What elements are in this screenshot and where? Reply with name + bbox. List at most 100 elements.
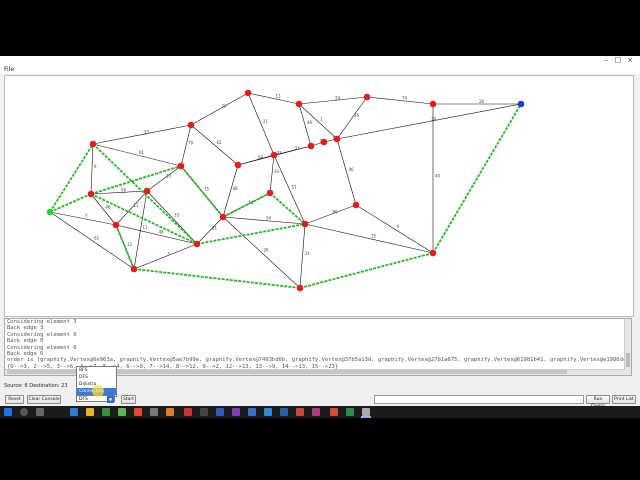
edge-weight-label: 48 xyxy=(233,186,239,191)
graph-edge xyxy=(146,165,182,192)
chevron-down-icon[interactable]: ▼ xyxy=(107,396,114,403)
graph-edge xyxy=(336,138,357,206)
path-edge xyxy=(90,165,182,195)
graph-edge xyxy=(247,92,275,156)
graph-edge xyxy=(298,96,368,105)
store-icon[interactable] xyxy=(102,408,110,416)
graph-vertex xyxy=(193,240,201,248)
graph-vertex xyxy=(244,89,252,97)
graph-vertex xyxy=(363,93,371,101)
graph-edge xyxy=(269,154,275,194)
edge-weight-label: 11 xyxy=(134,203,140,208)
edge-icon[interactable] xyxy=(70,408,78,416)
edge-weight-label: 61 xyxy=(139,150,145,155)
terminal-icon[interactable] xyxy=(200,408,208,416)
path-edge xyxy=(432,103,522,254)
path-edge xyxy=(133,268,301,289)
clear-console-button[interactable]: Clear Console xyxy=(27,395,61,404)
path-edge xyxy=(299,252,434,289)
query-input[interactable] xyxy=(374,395,584,404)
app-icon[interactable] xyxy=(150,408,158,416)
edge-weight-label: 55 xyxy=(144,130,150,135)
mouse-cursor-highlight xyxy=(92,385,104,397)
edge-weight-label: 46 xyxy=(307,120,313,125)
excel-icon[interactable] xyxy=(346,408,354,416)
app-icon[interactable] xyxy=(166,408,174,416)
graph-edge xyxy=(133,243,198,270)
graph-vertex xyxy=(187,121,195,129)
android-icon[interactable] xyxy=(118,408,126,416)
edge-weight-label: 21 xyxy=(212,226,218,231)
graph-vertex xyxy=(89,140,97,148)
windows-start-icon[interactable] xyxy=(4,408,12,416)
graph-edge xyxy=(298,103,338,140)
graph-vertex xyxy=(296,284,304,292)
edge-weight-label: 9 xyxy=(94,164,97,169)
run-query-button[interactable]: Run Query xyxy=(586,395,610,409)
java-app-icon[interactable] xyxy=(362,408,370,416)
print-list-button[interactable]: Print List xyxy=(612,395,636,404)
destination-vertex xyxy=(517,100,525,108)
graph-edge xyxy=(190,92,249,126)
console-vertical-scrollbar[interactable] xyxy=(624,319,631,375)
graph-edge xyxy=(355,204,434,254)
visual-studio-icon[interactable] xyxy=(232,408,240,416)
graph-edge xyxy=(298,103,312,147)
app-icon[interactable] xyxy=(330,408,338,416)
task-view-icon[interactable] xyxy=(36,408,44,416)
path-edge xyxy=(90,193,198,245)
edge-weight-label: 34 xyxy=(274,169,280,174)
edge-weight-label: 4 xyxy=(397,224,400,229)
graph-edge xyxy=(222,216,306,225)
graph-edge xyxy=(180,124,192,167)
edge-weight-label: 51 xyxy=(292,185,298,190)
graph-vertex xyxy=(307,142,315,150)
graph-edge xyxy=(336,103,522,140)
taskbar xyxy=(0,406,640,418)
graph-canvas[interactable]: 7 62 61 55 9 56 11 46 17 12 70 79 62 75 48 13 21 68 34 33 51… xyxy=(4,75,634,317)
edge-weight-label: 62 xyxy=(217,140,223,145)
graph-vertex xyxy=(270,151,278,159)
search-icon[interactable] xyxy=(20,408,28,416)
graph-vertex xyxy=(219,213,227,221)
graph-vertex xyxy=(333,135,341,143)
algorithm-option[interactable]: DFS xyxy=(77,374,116,381)
algorithm-option[interactable]: BFS xyxy=(77,367,116,374)
edge-weight-label: 26 xyxy=(354,113,360,118)
graph-edge xyxy=(304,204,357,225)
edge-weight-label: 70 xyxy=(222,104,228,109)
graph-vertex xyxy=(87,190,95,198)
graph-edge xyxy=(190,124,239,166)
chrome-icon[interactable] xyxy=(134,408,142,416)
edge-weight-label: 93 xyxy=(277,151,283,156)
source-vertex xyxy=(46,208,54,216)
path-edge xyxy=(269,192,306,225)
reset-button[interactable]: Reset xyxy=(5,395,24,404)
edge-weight-label: 46 xyxy=(106,205,112,210)
edge-weight-label: 80 xyxy=(333,210,339,215)
graph-vertex xyxy=(320,138,328,146)
scroll-thumb[interactable] xyxy=(626,353,630,367)
edge-weight-label: 34 xyxy=(266,216,272,221)
graph-edge xyxy=(304,223,434,254)
graph-edge xyxy=(90,193,117,226)
edge-weight-label: 33 xyxy=(174,213,180,218)
app-icon[interactable] xyxy=(280,408,288,416)
start-button[interactable]: Start xyxy=(121,395,136,404)
app-icon[interactable] xyxy=(296,408,304,416)
graph-edge xyxy=(247,92,300,105)
graph-vertex xyxy=(429,249,437,257)
graph-edge xyxy=(336,96,368,140)
app-icon[interactable] xyxy=(312,408,320,416)
word-icon[interactable] xyxy=(216,408,224,416)
graph-edge xyxy=(366,96,434,105)
app-icon[interactable] xyxy=(264,408,272,416)
graph-edge xyxy=(146,190,198,245)
app-icon[interactable] xyxy=(248,408,256,416)
edge-weight-label: 17 xyxy=(143,225,149,230)
graph-vertex xyxy=(112,221,120,229)
edge-weight-label: 1 xyxy=(320,117,323,122)
folder-icon[interactable] xyxy=(86,408,94,416)
app-icon[interactable] xyxy=(184,408,192,416)
graph-edge xyxy=(90,143,94,195)
